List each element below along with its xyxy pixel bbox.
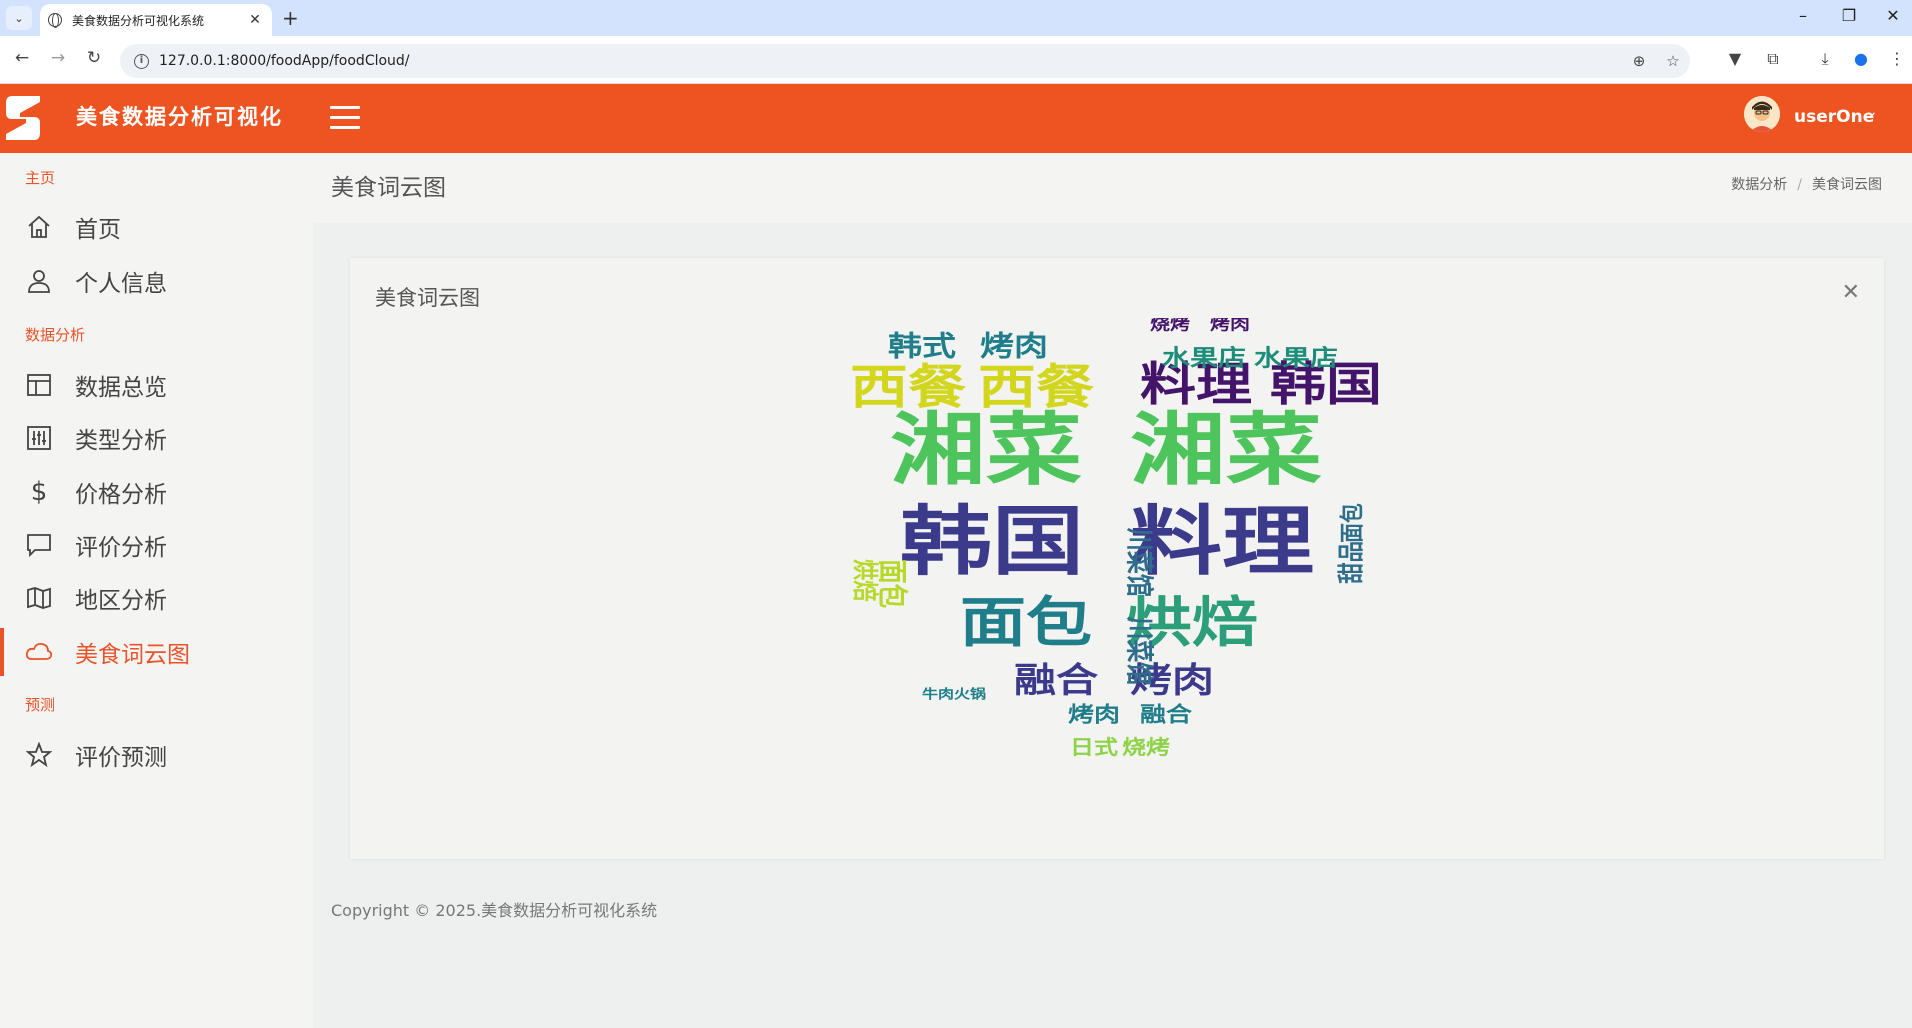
new-tab-button[interactable]: + [282,6,299,30]
sidebar-item-price-analysis[interactable]: $ 价格分析 [0,468,313,516]
sidebar-item-label: 地区分析 [75,588,167,614]
page-title: 美食词云图 [331,175,446,201]
sidebar-section-prediction: 预测 [25,696,56,714]
sidebar-item-review-analysis[interactable]: 评价分析 [0,521,313,569]
app-header: 美食数据分析可视化 userOne ⌄ [0,84,1912,153]
wordcloud-word: 面包 [1338,503,1366,542]
sidebar-item-home[interactable]: 首页 [0,203,313,251]
restore-button[interactable]: ❐ [1834,6,1864,25]
star-icon [25,741,53,769]
download-icon[interactable]: ⤓ [1812,49,1838,69]
dollar-icon: $ [30,477,48,507]
sidebar-item-label: 数据总览 [75,375,167,401]
brand-title[interactable]: 美食数据分析可视化 [76,101,283,131]
wordcloud-word: 川菜馆 [1122,616,1156,685]
extension-vue-icon[interactable]: ▼ [1722,49,1748,68]
wordcloud-word: 火锅 [954,687,986,702]
wordcloud-word: 烧烤 [1150,318,1190,334]
wordcloud-word: 烤肉 [1210,318,1250,334]
close-icon[interactable]: ✕ [1842,280,1860,305]
wordcloud-word: 西餐 [978,359,1094,415]
cloud-icon [25,638,53,666]
sidebar-item-label: 评价分析 [75,535,167,561]
close-window-button[interactable]: ✕ [1878,6,1908,25]
wordcloud-word: 水果店 [1162,345,1246,372]
wordcloud-word: 融合 [1140,702,1192,727]
sidebar-item-label: 首页 [75,217,121,243]
layout-icon [25,371,53,399]
wordcloud-word: 湘菜 [890,404,1082,495]
extensions-puzzle-icon[interactable]: ⧉ [1760,49,1786,69]
browser-tabbar: ⌄ 美食数据分析可视化系统 ✕ + – ❐ ✕ [0,0,1912,36]
wordcloud-word: 韩国 [900,497,1084,585]
sidebar-section-home: 主页 [25,169,56,187]
reload-button[interactable]: ↻ [82,48,106,68]
wordcloud-image: 湘菜 湘菜韩国 料理面包 烘焙西餐 西餐 料理 韩国韩式 烤肉 水果店 水果店融合 烤肉烤肉 融合日式… [849,318,1382,760]
wordcloud-word: 日式 [1070,737,1118,759]
bookmark-star-icon[interactable]: ☆ [1656,52,1690,70]
sidebar-item-label: 评价预测 [75,745,167,771]
wordcloud-word: 融合 [1014,661,1099,701]
wordcloud-word: 烧烤 [1122,736,1170,759]
wordcloud-word: 川菜馆 [1122,528,1156,597]
wordcloud-word: 面包 [960,592,1092,655]
sidebar-item-wordcloud[interactable]: 美食词云图 [0,628,313,676]
wordcloud-word: 韩式 [888,331,956,363]
card-title: 美食词云图 [375,286,480,310]
user-icon [25,267,53,295]
sidebar-item-label: 美食词云图 [75,642,190,668]
address-toolbar: ← → ↻ i 127.0.0.1:8000/foodApp/foodCloud… [0,36,1912,84]
avatar[interactable] [1744,96,1780,132]
sidebar-item-type-analysis[interactable]: 类型分析 [0,414,313,462]
wordcloud-word: 甜品 [1336,541,1367,584]
page-header: 美食词云图 数据分析 / 美食词云图 [313,153,1912,223]
menu-toggle-button[interactable] [330,106,360,130]
breadcrumb: 数据分析 / 美食词云图 [1731,177,1882,193]
wordcloud-word: 烤肉 [980,331,1048,363]
wordcloud-word: 料理 [1130,497,1314,585]
url-text[interactable]: 127.0.0.1:8000/foodApp/foodCloud/ [159,53,1622,69]
breadcrumb-item-current: 美食词云图 [1812,177,1882,193]
sidebar-section-analysis: 数据分析 [25,326,86,344]
browser-tab[interactable]: 美食数据分析可视化系统 ✕ [40,4,272,36]
sidebar-item-label: 个人信息 [75,271,167,297]
sidebar-item-label: 类型分析 [75,428,167,454]
tab-close-button[interactable]: ✕ [246,12,264,28]
map-icon [25,584,53,612]
wordcloud-word: 牛肉 [922,686,954,702]
profile-icon[interactable]: ● [1848,49,1874,68]
wordcloud-word: 面包 [874,559,909,608]
tab-title: 美食数据分析可视化系统 [72,13,205,28]
address-bar[interactable]: i 127.0.0.1:8000/foodApp/foodCloud/ ⊕ ☆ [120,44,1690,78]
globe-icon [48,13,62,28]
sidebar-item-label: 价格分析 [75,482,167,508]
sliders-icon [25,424,53,452]
user-name[interactable]: userOne [1794,107,1874,127]
logo-icon [6,96,40,140]
sidebar-item-profile[interactable]: 个人信息 [0,257,313,305]
sidebar: 主页 首页 个人信息 数据分析 数据总览 类型分析 $ 价格分析 评价分析 地区… [0,153,313,1028]
zoom-icon[interactable]: ⊕ [1622,52,1656,70]
breadcrumb-item-analysis[interactable]: 数据分析 [1731,177,1787,193]
wordcloud-word: 水果店 [1254,345,1338,372]
footer-copyright: Copyright © 2025.美食数据分析可视化系统 [331,901,658,920]
wordcloud-word: 湘菜 [1130,404,1322,495]
sidebar-item-overview[interactable]: 数据总览 [0,361,313,409]
home-icon [25,213,53,241]
browser-menu-icon[interactable]: ⋮ [1884,49,1910,68]
chevron-down-icon[interactable]: ⌄ [1866,104,1878,120]
site-info-icon[interactable]: i [134,53,149,69]
sidebar-item-review-prediction[interactable]: 评价预测 [0,731,313,779]
back-button[interactable]: ← [10,48,34,68]
forward-button[interactable]: → [46,48,70,68]
wordcloud-card: 美食词云图 ✕ 湘菜 湘菜 韩国 料理 面包 烘焙 西餐 西餐 料理 韩国 韩式 烤肉 水果店 水果店 融合… [350,258,1884,859]
sidebar-item-region-analysis[interactable]: 地区分析 [0,574,313,622]
wordcloud-word: 西餐 [850,359,966,415]
wordcloud-word: 烤肉 [1068,702,1120,727]
tab-search-button[interactable]: ⌄ [6,6,32,30]
message-icon [25,531,53,559]
minimize-button[interactable]: – [1788,6,1818,25]
